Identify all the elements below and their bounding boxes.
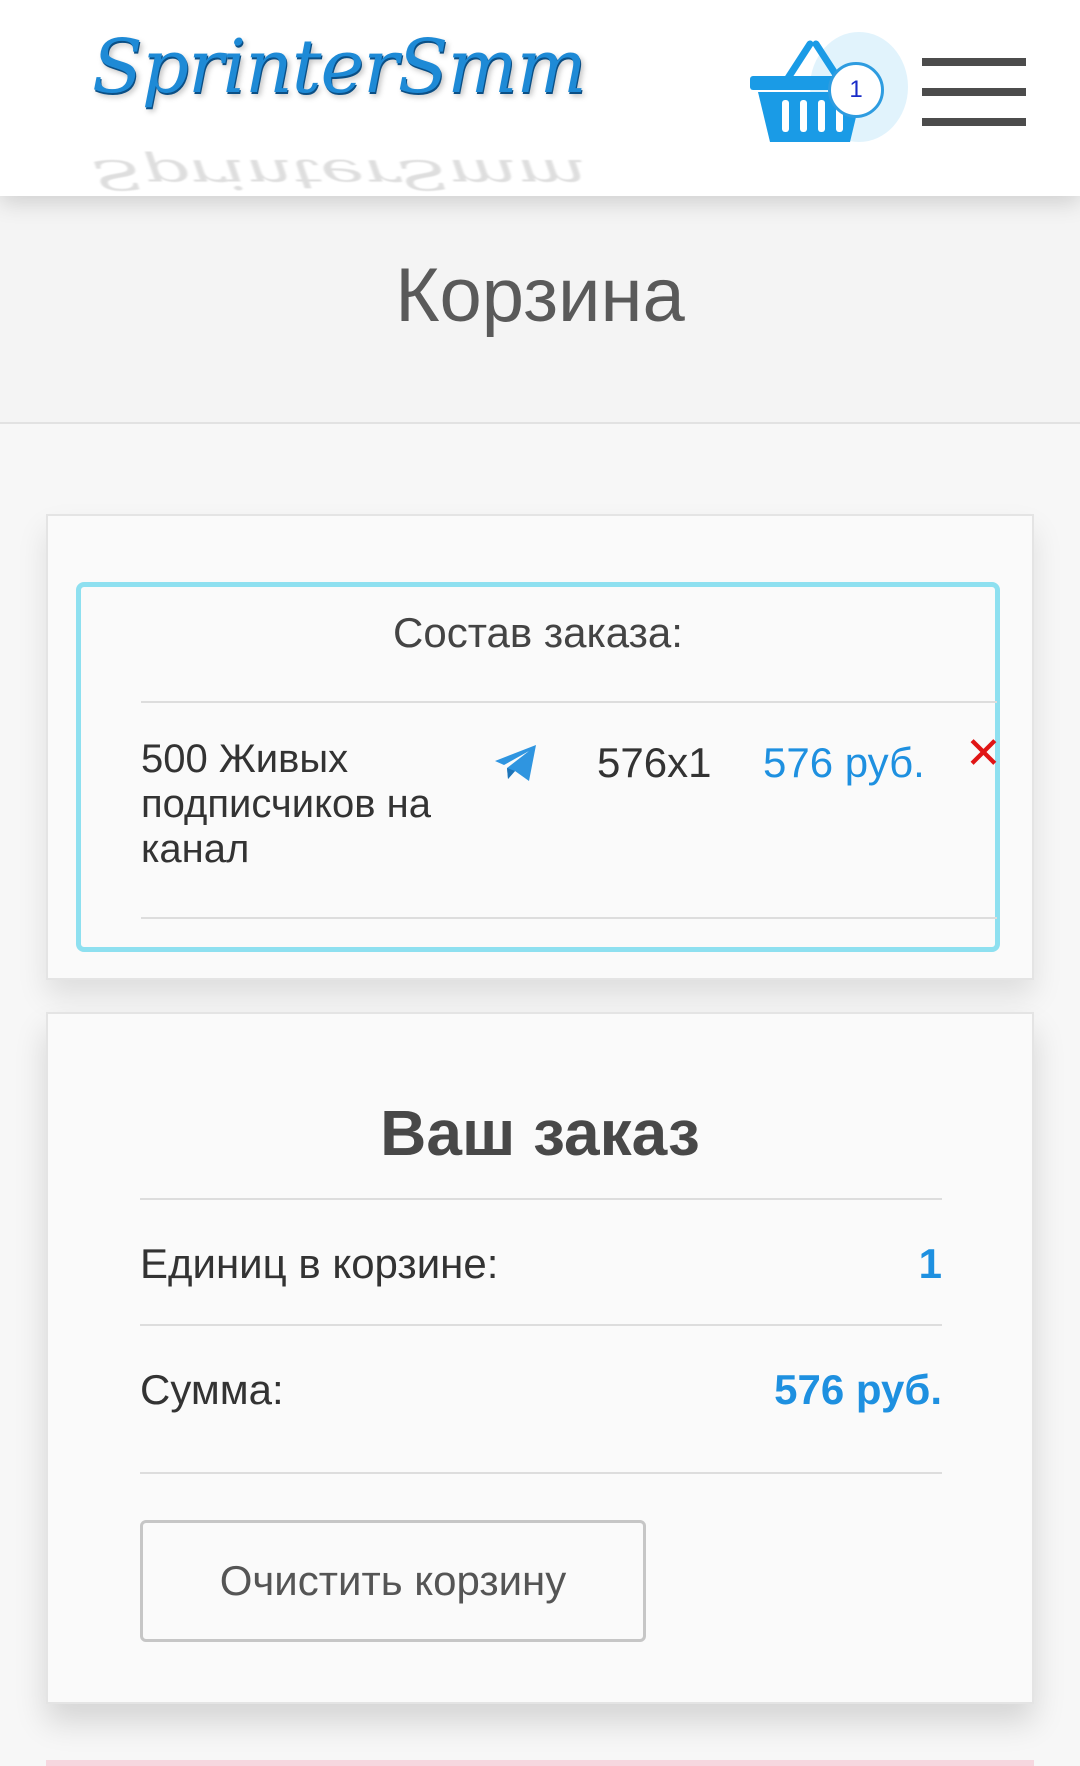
menu-bar [922,88,1026,96]
site-header: SprinterSmm SprinterSmm 1 [0,0,1080,197]
order-composition-title: Состав заказа: [393,609,683,656]
logo-reflection: SprinterSmm [92,150,586,198]
divider [140,1472,942,1474]
hamburger-menu-button[interactable] [922,58,1026,126]
menu-bar [922,58,1026,66]
cart-button[interactable]: 1 [748,32,918,152]
sum-value: 576 руб. [774,1366,942,1413]
telegram-icon [495,745,536,781]
bottom-accent-strip [46,1760,1034,1766]
page-title: Корзина [395,253,685,338]
divider [141,701,997,703]
units-label: Единиц в корзине: [140,1240,499,1287]
remove-item-button[interactable]: ✕ [965,729,1005,779]
menu-bar [922,118,1026,126]
title-band: Корзина [0,196,1080,424]
order-summary-card: Ваш заказ Единиц в корзине: 1 Сумма: 576… [46,1012,1034,1704]
order-item-price: 576 руб. [763,739,925,786]
site-logo[interactable]: SprinterSmm SprinterSmm [92,12,592,197]
logo-text: SprinterSmm [92,24,587,110]
sum-label: Сумма: [140,1366,284,1413]
clear-cart-button[interactable]: Очистить корзину [140,1520,646,1642]
order-items-box: Состав заказа: 500 Живых подписчиков на … [76,582,1002,952]
summary-title: Ваш заказ [380,1097,700,1169]
order-composition-card: Состав заказа: 500 Живых подписчиков на … [46,514,1034,980]
order-item-name: 500 Живых подписчиков на канал [141,737,431,871]
order-item-quantity: 576x1 [597,739,712,786]
divider [141,917,997,919]
units-value: 1 [918,1240,942,1287]
divider [140,1324,942,1326]
cart-count-badge: 1 [828,62,884,118]
divider [140,1198,942,1200]
